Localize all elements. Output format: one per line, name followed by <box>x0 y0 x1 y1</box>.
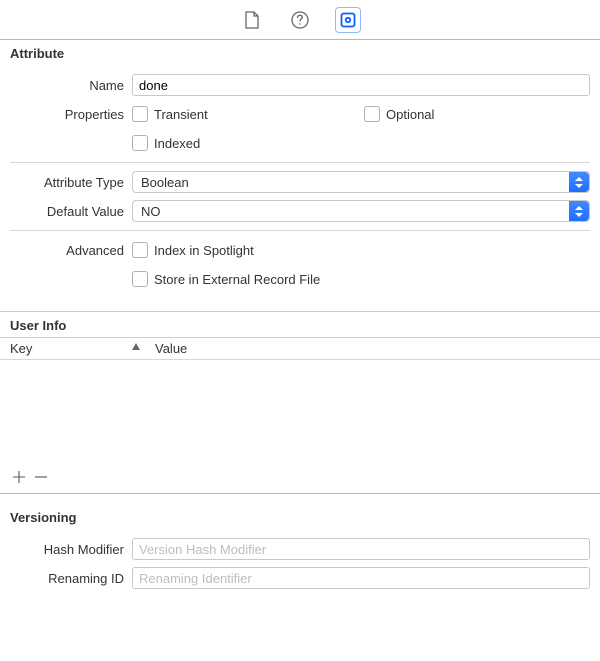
hash-modifier-input[interactable] <box>132 538 590 560</box>
external-record-checkbox-label: Store in External Record File <box>154 272 320 287</box>
versioning-form: Hash Modifier Renaming ID <box>0 529 600 596</box>
user-info-table-body[interactable] <box>0 360 600 464</box>
default-value-label: Default Value <box>10 204 132 219</box>
external-record-checkbox[interactable]: Store in External Record File <box>132 271 320 287</box>
indexed-checkbox[interactable]: Indexed <box>132 135 200 151</box>
optional-checkbox-label: Optional <box>386 107 434 122</box>
inspector-tab-bar <box>0 0 600 40</box>
indexed-checkbox-label: Indexed <box>154 136 200 151</box>
properties-label: Properties <box>10 107 132 122</box>
default-value-select[interactable]: NO <box>132 200 590 222</box>
chevron-updown-icon <box>569 172 589 192</box>
user-info-table-header[interactable]: Key Value <box>0 338 600 360</box>
user-info-section-header: User Info <box>0 312 600 337</box>
data-model-inspector-tab-icon[interactable] <box>335 7 361 33</box>
transient-checkbox-label: Transient <box>154 107 208 122</box>
versioning-section-header: Versioning <box>0 504 600 529</box>
name-label: Name <box>10 78 132 93</box>
add-button[interactable] <box>8 466 30 488</box>
default-value-value: NO <box>141 204 161 219</box>
attribute-type-label: Attribute Type <box>10 175 132 190</box>
file-inspector-tab-icon[interactable] <box>239 7 265 33</box>
value-column-header: Value <box>155 341 187 356</box>
attribute-type-select[interactable]: Boolean <box>132 171 590 193</box>
attribute-type-value: Boolean <box>141 175 189 190</box>
attribute-section-header: Attribute <box>0 40 600 65</box>
help-inspector-tab-icon[interactable] <box>287 7 313 33</box>
renaming-id-input[interactable] <box>132 567 590 589</box>
sort-indicator-icon <box>131 343 141 354</box>
spotlight-checkbox[interactable]: Index in Spotlight <box>132 242 254 258</box>
attribute-form: Name Properties Transient Optional <box>0 65 600 297</box>
name-input[interactable] <box>132 74 590 96</box>
renaming-id-label: Renaming ID <box>10 571 132 586</box>
chevron-updown-icon <box>569 201 589 221</box>
key-column-header: Key <box>10 341 32 356</box>
transient-checkbox[interactable]: Transient <box>132 106 208 122</box>
user-info-table: Key Value <box>0 337 600 494</box>
advanced-label: Advanced <box>10 243 132 258</box>
optional-checkbox[interactable]: Optional <box>364 106 434 122</box>
spotlight-checkbox-label: Index in Spotlight <box>154 243 254 258</box>
remove-button[interactable] <box>30 466 52 488</box>
hash-modifier-label: Hash Modifier <box>10 542 132 557</box>
